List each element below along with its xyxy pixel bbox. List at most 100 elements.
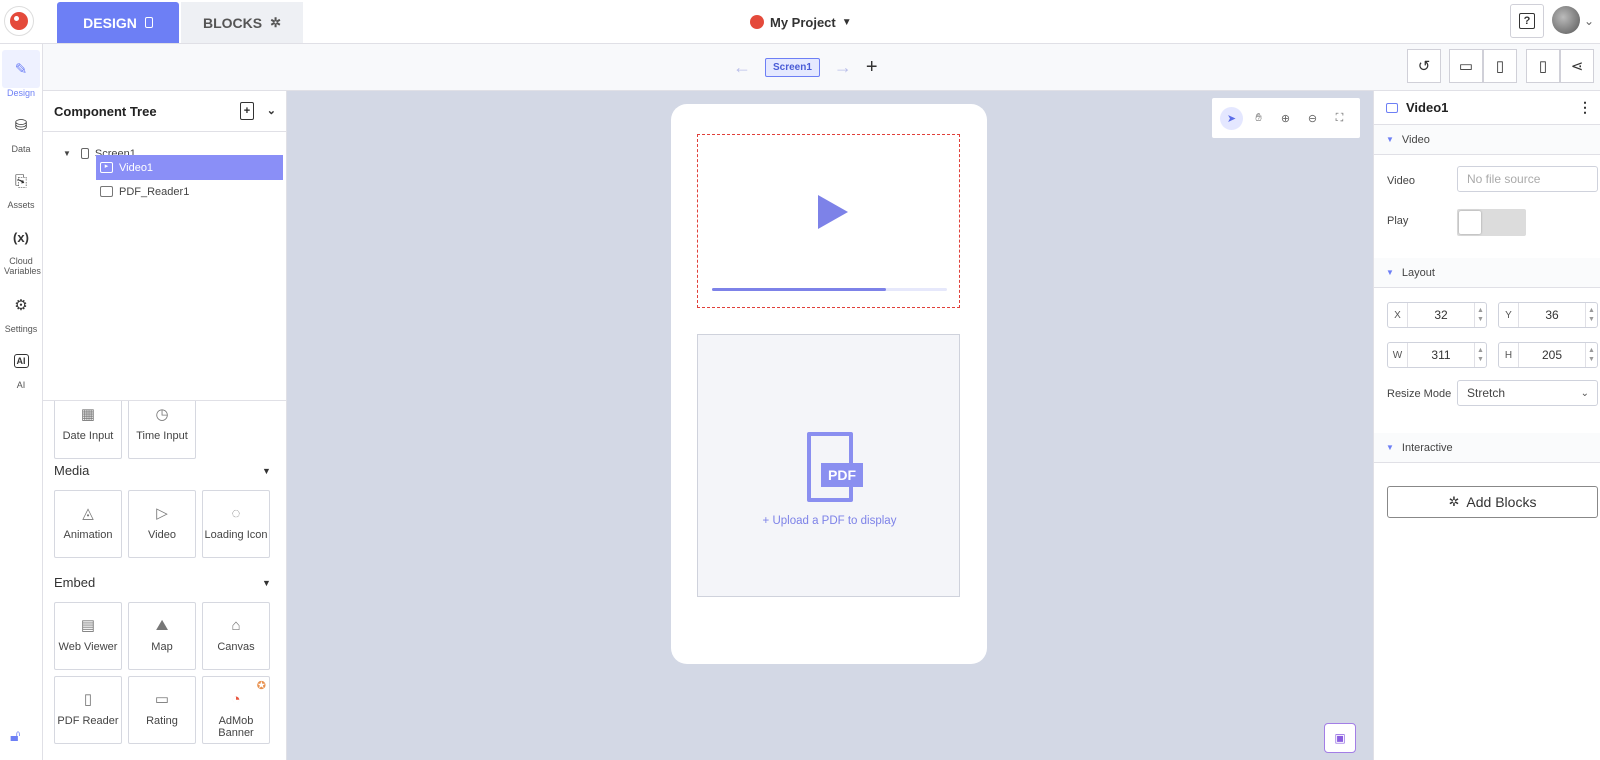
preview-desktop-button[interactable]: ▭ [1449, 49, 1483, 83]
video-progress-track[interactable] [712, 288, 947, 291]
palette-item-pdf-reader[interactable]: ▯ PDF Reader [54, 676, 122, 744]
project-selector[interactable]: My Project ▼ [750, 12, 852, 32]
stepper-icon[interactable]: ▲ ▼ [1585, 303, 1597, 327]
tree-item-video1[interactable]: ▸ Video1 [96, 155, 283, 180]
pdf-tag: PDF [821, 463, 863, 487]
easel-icon: ⌂ [231, 617, 241, 634]
spinner-icon: ◌ [231, 505, 241, 522]
rail-item-settings[interactable]: ⚙ Settings [0, 286, 42, 334]
monitor-play-icon: ▭ [1458, 58, 1474, 75]
arrow-right-icon[interactable]: → [834, 57, 852, 78]
palette-item-video[interactable]: ▷ Video [128, 490, 196, 558]
chevron-down-icon: ▼ [841, 16, 852, 28]
y-field[interactable]: Y 36 ▲ ▼ [1498, 302, 1598, 328]
palette-item-canvas[interactable]: ⌂ Canvas [202, 602, 270, 670]
x-value[interactable]: 32 [1408, 308, 1474, 322]
add-component-icon[interactable]: + [240, 102, 254, 120]
palette-item-date-input[interactable]: ▦ Date Input [54, 401, 122, 459]
w-value[interactable]: 311 [1408, 348, 1474, 362]
section-title: Layout [1401, 266, 1435, 279]
chevron-down-icon[interactable]: ⌄ [1584, 14, 1594, 28]
rail-item-cloud-variables[interactable]: (x) Cloud Variables [0, 218, 42, 277]
tab-blocks-label: BLOCKS [202, 14, 263, 31]
palette-item-label: Date Input [62, 430, 114, 442]
app-logo[interactable] [4, 6, 34, 36]
palette-item-time-input[interactable]: ◷ Time Input [128, 401, 196, 459]
select-pointer-icon[interactable]: ➤ [1220, 106, 1243, 130]
w-field[interactable]: W 311 ▲ ▼ [1387, 342, 1487, 368]
help-icon: ? [1519, 13, 1535, 29]
rail-item-ai[interactable]: AI AI [0, 342, 42, 390]
palette-item-admob-banner[interactable]: ✪ ◔ AdMob Banner [202, 676, 270, 744]
calendar-icon: ▦ [80, 406, 96, 423]
avatar[interactable] [1552, 6, 1580, 34]
palette-item-loading-icon[interactable]: ◌ Loading Icon [202, 490, 270, 558]
rail-item-design[interactable]: ✎ Design [0, 50, 42, 98]
add-blocks-button[interactable]: ✲ Add Blocks [1387, 486, 1598, 518]
project-icon [750, 15, 764, 29]
interactive-section-header[interactable]: ▼ Interactive [1374, 433, 1600, 463]
caret-down-icon[interactable]: ▼ [262, 578, 271, 588]
resize-mode-label: Resize Mode [1387, 388, 1452, 400]
rail-item-data[interactable]: ⛁ Data [0, 106, 42, 154]
tab-blocks[interactable]: BLOCKS ✲ [181, 2, 303, 43]
y-value[interactable]: 36 [1519, 308, 1585, 322]
palette-item-map[interactable]: ⛰ Map [128, 602, 196, 670]
fit-screen-icon[interactable]: ⛶ [1328, 107, 1351, 130]
pdf-reader-component[interactable]: PDF + Upload a PDF to display [697, 334, 960, 597]
more-vertical-icon[interactable]: ⋮ [1578, 99, 1592, 116]
share-button[interactable]: ⋖ [1560, 49, 1594, 83]
layout-section-header[interactable]: ▼ Layout [1374, 258, 1600, 288]
chevron-down-icon[interactable]: ⌄ [267, 104, 276, 117]
gear-icon: ⚙ [14, 297, 28, 314]
map-icon: ⛰ [155, 617, 169, 634]
h-value[interactable]: 205 [1519, 348, 1585, 362]
resize-mode-select[interactable]: Stretch ⌄ [1457, 380, 1598, 406]
play-icon[interactable] [818, 195, 848, 229]
stepper-icon[interactable]: ▲ ▼ [1474, 343, 1486, 367]
add-screen-icon[interactable]: + [866, 56, 878, 79]
palette-item-web-viewer[interactable]: ▤ Web Viewer [54, 602, 122, 670]
preview-phone-button[interactable]: ▯ [1483, 49, 1517, 83]
pdf-upload-link[interactable]: + Upload a PDF to display [698, 515, 961, 527]
video-source-input[interactable]: No file source [1457, 166, 1598, 192]
left-rail: ✎ Design ⛁ Data ⎘ Assets (x) Cloud Varia… [0, 44, 43, 760]
caret-down-icon: ▼ [1386, 268, 1394, 277]
video-icon [1386, 102, 1398, 113]
component-name: Video1 [1406, 100, 1449, 115]
chat-button[interactable]: ▣ [1324, 723, 1356, 753]
h-field[interactable]: H 205 ▲ ▼ [1498, 342, 1598, 368]
palette-item-animation[interactable]: ◬ Animation [54, 490, 122, 558]
toggle-knob [1459, 211, 1481, 234]
design-canvas[interactable]: PDF + Upload a PDF to display ➤ ✋︎ ⊕ ⊖ ⛶… [287, 91, 1373, 760]
hand-icon[interactable]: ✋︎ [1247, 107, 1270, 130]
rail-item-label: Cloud Variables [4, 256, 41, 276]
history-button[interactable]: ↺ [1407, 49, 1441, 83]
project-name: My Project [770, 14, 836, 30]
stepper-icon[interactable]: ▲ ▼ [1585, 343, 1597, 367]
stepper-icon[interactable]: ▲ ▼ [1474, 303, 1486, 327]
play-toggle[interactable] [1457, 209, 1526, 236]
caret-down-icon: ▼ [63, 149, 71, 158]
tab-design[interactable]: DESIGN [57, 2, 179, 43]
tree-item-pdf-reader1[interactable]: PDF_Reader1 [96, 179, 283, 204]
zoom-in-icon[interactable]: ⊕ [1274, 107, 1297, 130]
video-section-header[interactable]: ▼ Video [1374, 125, 1600, 155]
video-component[interactable] [697, 134, 960, 308]
brush-icon: ✎ [2, 50, 40, 88]
rail-item-assets[interactable]: ⎘ Assets [0, 162, 42, 211]
palette-item-label: Time Input [136, 430, 188, 442]
x-field[interactable]: X 32 ▲ ▼ [1387, 302, 1487, 328]
zoom-out-icon[interactable]: ⊖ [1301, 107, 1324, 130]
palette-item-rating[interactable]: ▭ Rating [128, 676, 196, 744]
lock-icon[interactable]: 🔓︎ [10, 728, 20, 746]
phone-icon [144, 17, 153, 28]
arrow-left-icon[interactable]: ← [733, 57, 751, 78]
caret-down-icon[interactable]: ▼ [262, 466, 271, 476]
y-label: Y [1499, 303, 1519, 327]
help-button[interactable]: ? [1510, 4, 1544, 38]
phone-export-icon: ▯ [1538, 58, 1548, 75]
screen-pill[interactable]: Screen1 [765, 58, 820, 77]
export-button[interactable]: ▯ [1526, 49, 1560, 83]
paperclip-icon: ⎘ [14, 172, 27, 190]
